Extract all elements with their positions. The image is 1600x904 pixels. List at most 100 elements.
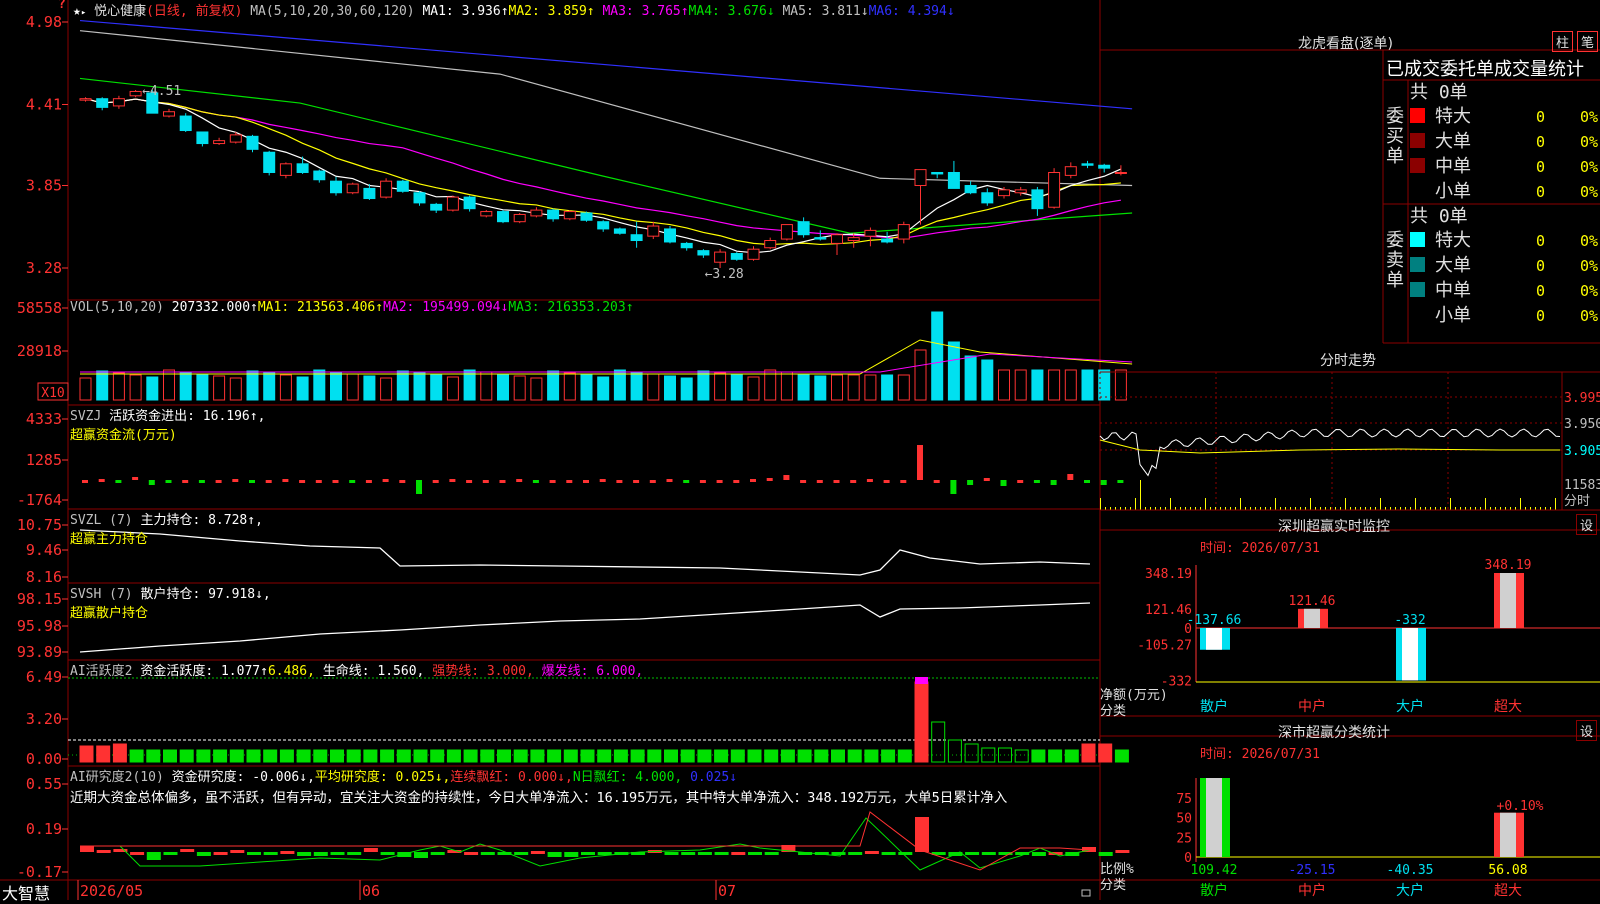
ai2-bar — [764, 852, 779, 855]
volume-bar — [213, 375, 226, 401]
svzj-bar — [399, 480, 406, 483]
ai2-y-tick: -0.17 — [17, 863, 62, 881]
candle — [79, 98, 92, 101]
intraday-vol-bar — [1170, 498, 1171, 510]
ai1-bar — [947, 739, 962, 763]
candle — [1014, 189, 1027, 194]
sell-swatch — [1410, 232, 1425, 247]
volume-bar — [714, 372, 727, 401]
monitor-y-tick: 348.19 — [1145, 567, 1192, 582]
help-icon[interactable]: ? — [58, 0, 66, 12]
volume-bar — [363, 375, 376, 401]
svsh-y-tick: 93.89 — [17, 643, 62, 661]
monitor-settings-button[interactable]: 设 — [1576, 514, 1598, 535]
monitor-y-tick: 121.46 — [1145, 603, 1192, 618]
intraday-y-label: 3.995 — [1564, 391, 1600, 406]
svzj-bar — [98, 479, 105, 482]
svzj-bar — [198, 480, 205, 483]
sell-side-label: 卖 — [1386, 250, 1404, 271]
monitor-bar-label: 348.19 — [1485, 558, 1532, 573]
intraday-vol-bar — [1310, 498, 1311, 510]
low-marker: ←3.28 — [705, 267, 744, 282]
ai1-bar — [597, 749, 612, 763]
svzj-header: SVZJ 活跃资金进出: 16.196↑, 超赢资金流(万元) — [70, 405, 265, 443]
volume-bar — [630, 371, 643, 401]
svzj-title: SVZJ — [70, 409, 102, 424]
volume-bar — [513, 375, 526, 401]
volume-bar — [580, 374, 593, 401]
buy-row-name: 小单 — [1435, 181, 1471, 202]
monitor-y-tick: -105.27 — [1137, 639, 1192, 654]
ai2-bar — [180, 849, 195, 852]
classify-settings-button[interactable]: 设 — [1576, 720, 1598, 741]
ai1-bar — [1081, 743, 1096, 763]
ai1-bar — [79, 745, 94, 763]
ai2-bar — [297, 852, 312, 856]
svsh-sub: 超赢散户持仓 — [70, 606, 149, 621]
period-label: (日线, 前复权) — [146, 4, 243, 19]
intraday-vol-label: 11583 — [1564, 478, 1600, 493]
vol-unit: X10 — [41, 386, 64, 401]
svzj-bar — [432, 480, 439, 483]
intraday-vol-bar — [1100, 498, 1101, 510]
ai1-bar — [396, 749, 411, 763]
candle — [1098, 164, 1111, 169]
ai2-bar — [748, 852, 762, 855]
ai1-peak-marker — [915, 677, 928, 684]
candle — [163, 111, 175, 117]
svzj-bar — [1067, 474, 1074, 480]
candle — [864, 229, 877, 237]
star-icon: ★ — [73, 4, 81, 19]
ai1-bar — [446, 749, 461, 763]
candle — [563, 211, 576, 220]
intraday-vol-bar — [1485, 498, 1486, 510]
volume-bar — [998, 369, 1010, 401]
ai1-bar — [680, 749, 695, 763]
svzj-bar — [599, 479, 606, 482]
ai2-bar — [881, 852, 896, 855]
buy-row-value: 0 — [1536, 108, 1545, 126]
svzj-bar — [967, 480, 974, 485]
ai2-bar — [714, 852, 729, 855]
ai1-bar — [330, 749, 344, 763]
vol-ma3: MA3: 216353.203↑ — [508, 300, 634, 315]
bar-mode-button[interactable]: 柱 — [1552, 31, 1574, 52]
tick-mode-button[interactable]: 笔 — [1577, 31, 1599, 52]
ma3-line — [85, 98, 1121, 239]
kline-chart[interactable]: 4.98 4.41 3.85 3.28 ←4.51 ←3.28 58558 28918 X10 4… — [0, 0, 1600, 900]
monitor-category: 中户 — [1298, 698, 1326, 715]
svzj-bar — [1084, 480, 1090, 483]
volume-bar — [196, 373, 209, 401]
candle — [597, 221, 610, 230]
stock-name[interactable]: 悦心健康 — [94, 4, 146, 19]
ai1-bar — [697, 749, 712, 763]
ai1-bar — [1114, 749, 1129, 763]
ai1-bar — [547, 749, 562, 763]
candle — [279, 163, 292, 176]
buy-row-pct: 0% — [1580, 133, 1598, 151]
sell-row-name: 小单 — [1435, 305, 1471, 326]
candle — [296, 163, 309, 173]
ai2-bar — [263, 852, 278, 855]
ma1-value: MA1: 3.936↑ — [422, 4, 509, 19]
svzj-bar — [215, 480, 222, 483]
volume-bar — [597, 376, 610, 401]
ai1-bar — [897, 749, 912, 763]
volume-bar — [263, 372, 276, 401]
ai1-bar — [780, 749, 795, 763]
ai1-bar — [964, 743, 979, 763]
volume-bar — [179, 371, 192, 401]
ai2-bar — [464, 852, 479, 855]
svzj-bar — [883, 480, 890, 483]
svzj-bar — [1100, 480, 1107, 485]
svzj-sub: 超赢资金流(万元) — [70, 428, 177, 443]
candle — [780, 224, 793, 240]
buy-row-name: 大单 — [1435, 131, 1471, 152]
intraday-title[interactable]: 分时走势 — [1320, 350, 1376, 370]
candle — [831, 234, 843, 244]
svzj-bar — [349, 480, 356, 483]
volume-bar — [413, 372, 426, 401]
volume-bar — [864, 374, 877, 401]
volume-bar — [296, 376, 309, 401]
candle — [446, 196, 459, 211]
